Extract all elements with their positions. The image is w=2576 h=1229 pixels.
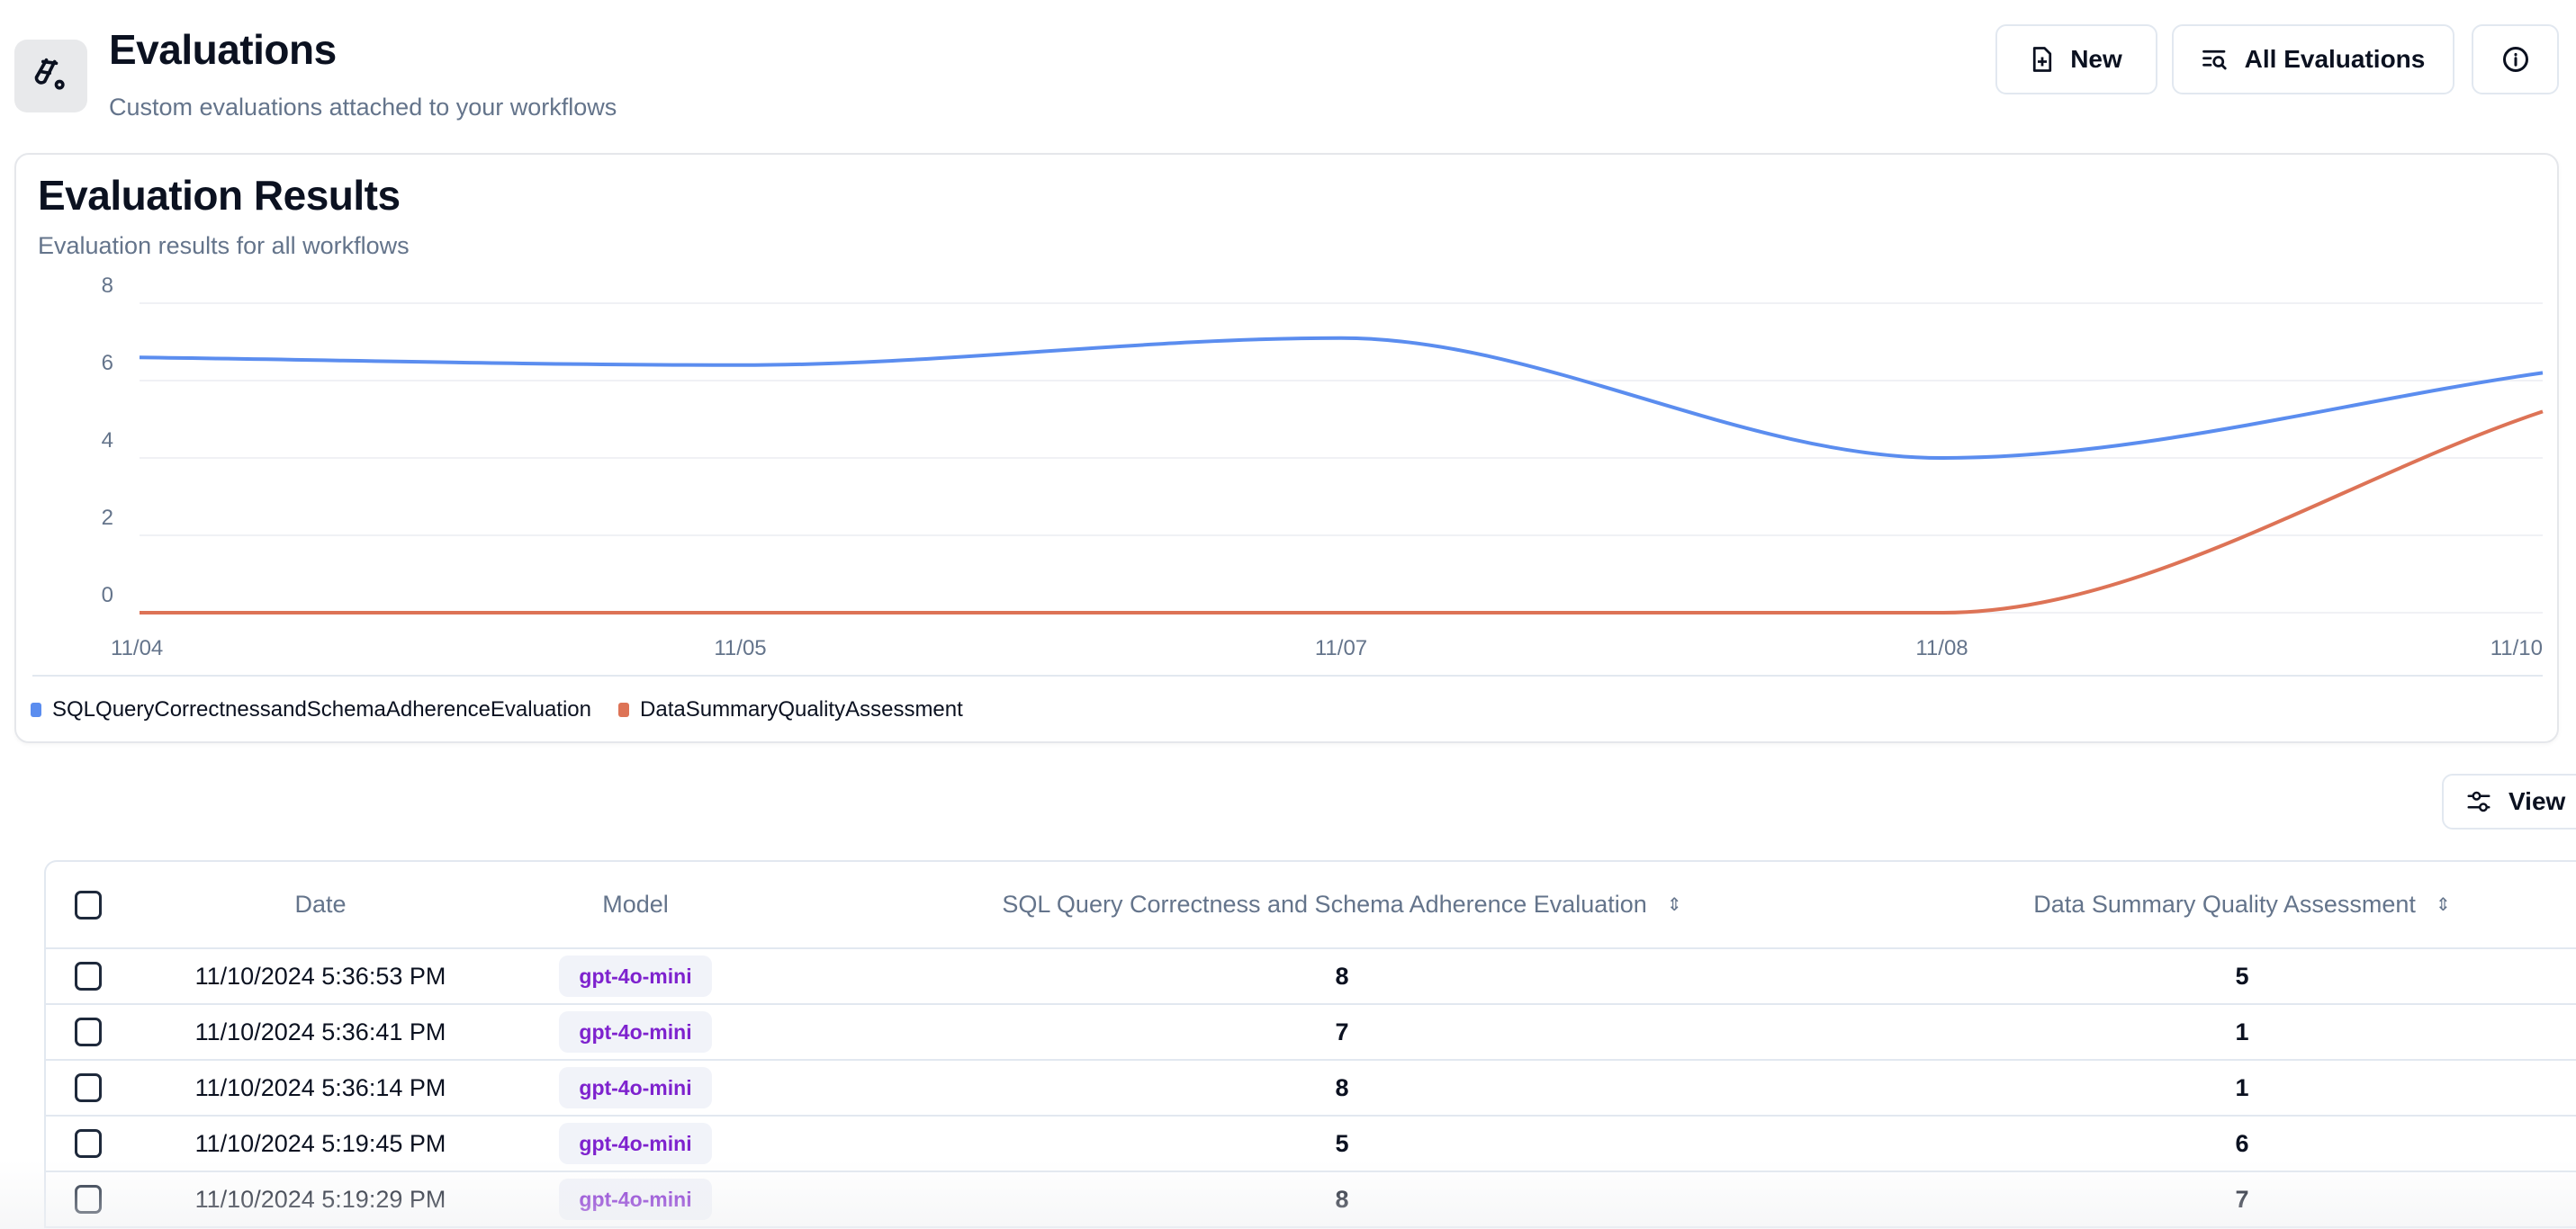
legend-label-dsq: DataSummaryQualityAssessment [640, 697, 963, 722]
x-tick-label: 11/05 [714, 636, 766, 660]
row-date: 11/10/2024 5:36:41 PM [194, 1018, 446, 1045]
y-tick-label: 6 [102, 351, 113, 375]
row-sql-score: 8 [1335, 1073, 1349, 1101]
table-row[interactable]: 11/10/2024 5:36:41 PM gpt-4o-mini 7 1 [46, 1003, 2576, 1059]
row-checkbox[interactable] [75, 1129, 102, 1158]
series-line-0 [139, 336, 2544, 461]
column-header-sql[interactable]: SQL Query Correctness and Schema Adheren… [892, 862, 1792, 947]
row-sql-score: 5 [1335, 1129, 1349, 1157]
series-line-1 [139, 409, 2544, 615]
row-date: 11/10/2024 5:36:53 PM [194, 962, 446, 990]
row-date: 11/10/2024 5:36:14 PM [194, 1073, 446, 1101]
row-dsq-score: 1 [2235, 1073, 2249, 1101]
row-sql-score: 8 [1335, 962, 1349, 990]
model-badge: gpt-4o-mini [559, 1067, 712, 1108]
table-row[interactable]: 11/10/2024 5:19:45 PM gpt-4o-mini 5 6 [46, 1115, 2576, 1171]
sliders-icon [2467, 791, 2490, 812]
row-checkbox[interactable] [75, 1185, 102, 1214]
sort-icon[interactable]: ⇕ [1667, 893, 1682, 916]
chart-legend: SQLQueryCorrectnessandSchemaAdherenceEva… [31, 697, 963, 722]
row-dsq-score: 7 [2235, 1185, 2249, 1213]
row-date: 11/10/2024 5:19:29 PM [194, 1185, 446, 1213]
table-row[interactable]: 11/10/2024 5:36:14 PM gpt-4o-mini 8 1 [46, 1059, 2576, 1115]
y-tick-label: 2 [102, 506, 113, 530]
row-dsq-score: 5 [2235, 962, 2249, 990]
column-header-sql-label: SQL Query Correctness and Schema Adheren… [1002, 891, 1647, 918]
row-checkbox[interactable] [75, 962, 102, 991]
table-row[interactable]: 11/10/2024 5:36:53 PM gpt-4o-mini 8 5 [46, 947, 2576, 1003]
row-sql-score: 8 [1335, 1185, 1349, 1213]
y-tick-label: 4 [102, 428, 113, 453]
model-badge: gpt-4o-mini [559, 1011, 712, 1053]
column-header-date: Date [294, 891, 347, 918]
legend-label-sql: SQLQueryCorrectnessandSchemaAdherenceEva… [52, 697, 592, 722]
column-header-dsq[interactable]: Data Summary Quality Assessment ⇕ [1864, 862, 2576, 947]
row-checkbox[interactable] [75, 1018, 102, 1046]
model-badge: gpt-4o-mini [559, 1123, 712, 1164]
column-header-model: Model [602, 891, 669, 918]
table-header: Date Model SQL Query Correctness and Sch… [46, 862, 2576, 947]
x-tick-label: 11/08 [1915, 636, 1968, 660]
select-all-checkbox[interactable] [75, 890, 102, 920]
row-date: 11/10/2024 5:19:45 PM [194, 1129, 446, 1157]
y-tick-label: 0 [102, 583, 113, 607]
model-badge: gpt-4o-mini [559, 955, 712, 997]
column-header-dsq-label: Data Summary Quality Assessment [2033, 891, 2416, 918]
row-dsq-score: 1 [2235, 1018, 2249, 1045]
sort-icon[interactable]: ⇕ [2436, 893, 2451, 916]
y-tick-label: 8 [102, 274, 113, 298]
legend-item-dsq[interactable]: DataSummaryQualityAssessment [618, 697, 963, 722]
results-table: Date Model SQL Query Correctness and Sch… [44, 860, 2576, 1228]
x-tick-label: 11/07 [1315, 636, 1367, 660]
view-label: View [2508, 787, 2566, 815]
legend-swatch-sql [31, 703, 41, 717]
row-dsq-score: 6 [2235, 1129, 2249, 1157]
row-checkbox[interactable] [75, 1073, 102, 1102]
evaluation-line-chart: 0 2 4 6 8 11/04 11/05 11/07 11/08 11/10 [32, 274, 2544, 677]
legend-item-sql[interactable]: SQLQueryCorrectnessandSchemaAdherenceEva… [31, 697, 591, 722]
legend-swatch-dsq [618, 703, 630, 717]
model-badge: gpt-4o-mini [559, 1179, 712, 1220]
x-tick-label: 11/10 [2490, 636, 2543, 660]
row-sql-score: 7 [1335, 1018, 1349, 1045]
view-options-button[interactable]: View [2442, 774, 2576, 830]
table-row[interactable]: 11/10/2024 5:19:29 PM gpt-4o-mini 8 7 [46, 1171, 2576, 1226]
x-tick-label: 11/04 [111, 636, 163, 660]
